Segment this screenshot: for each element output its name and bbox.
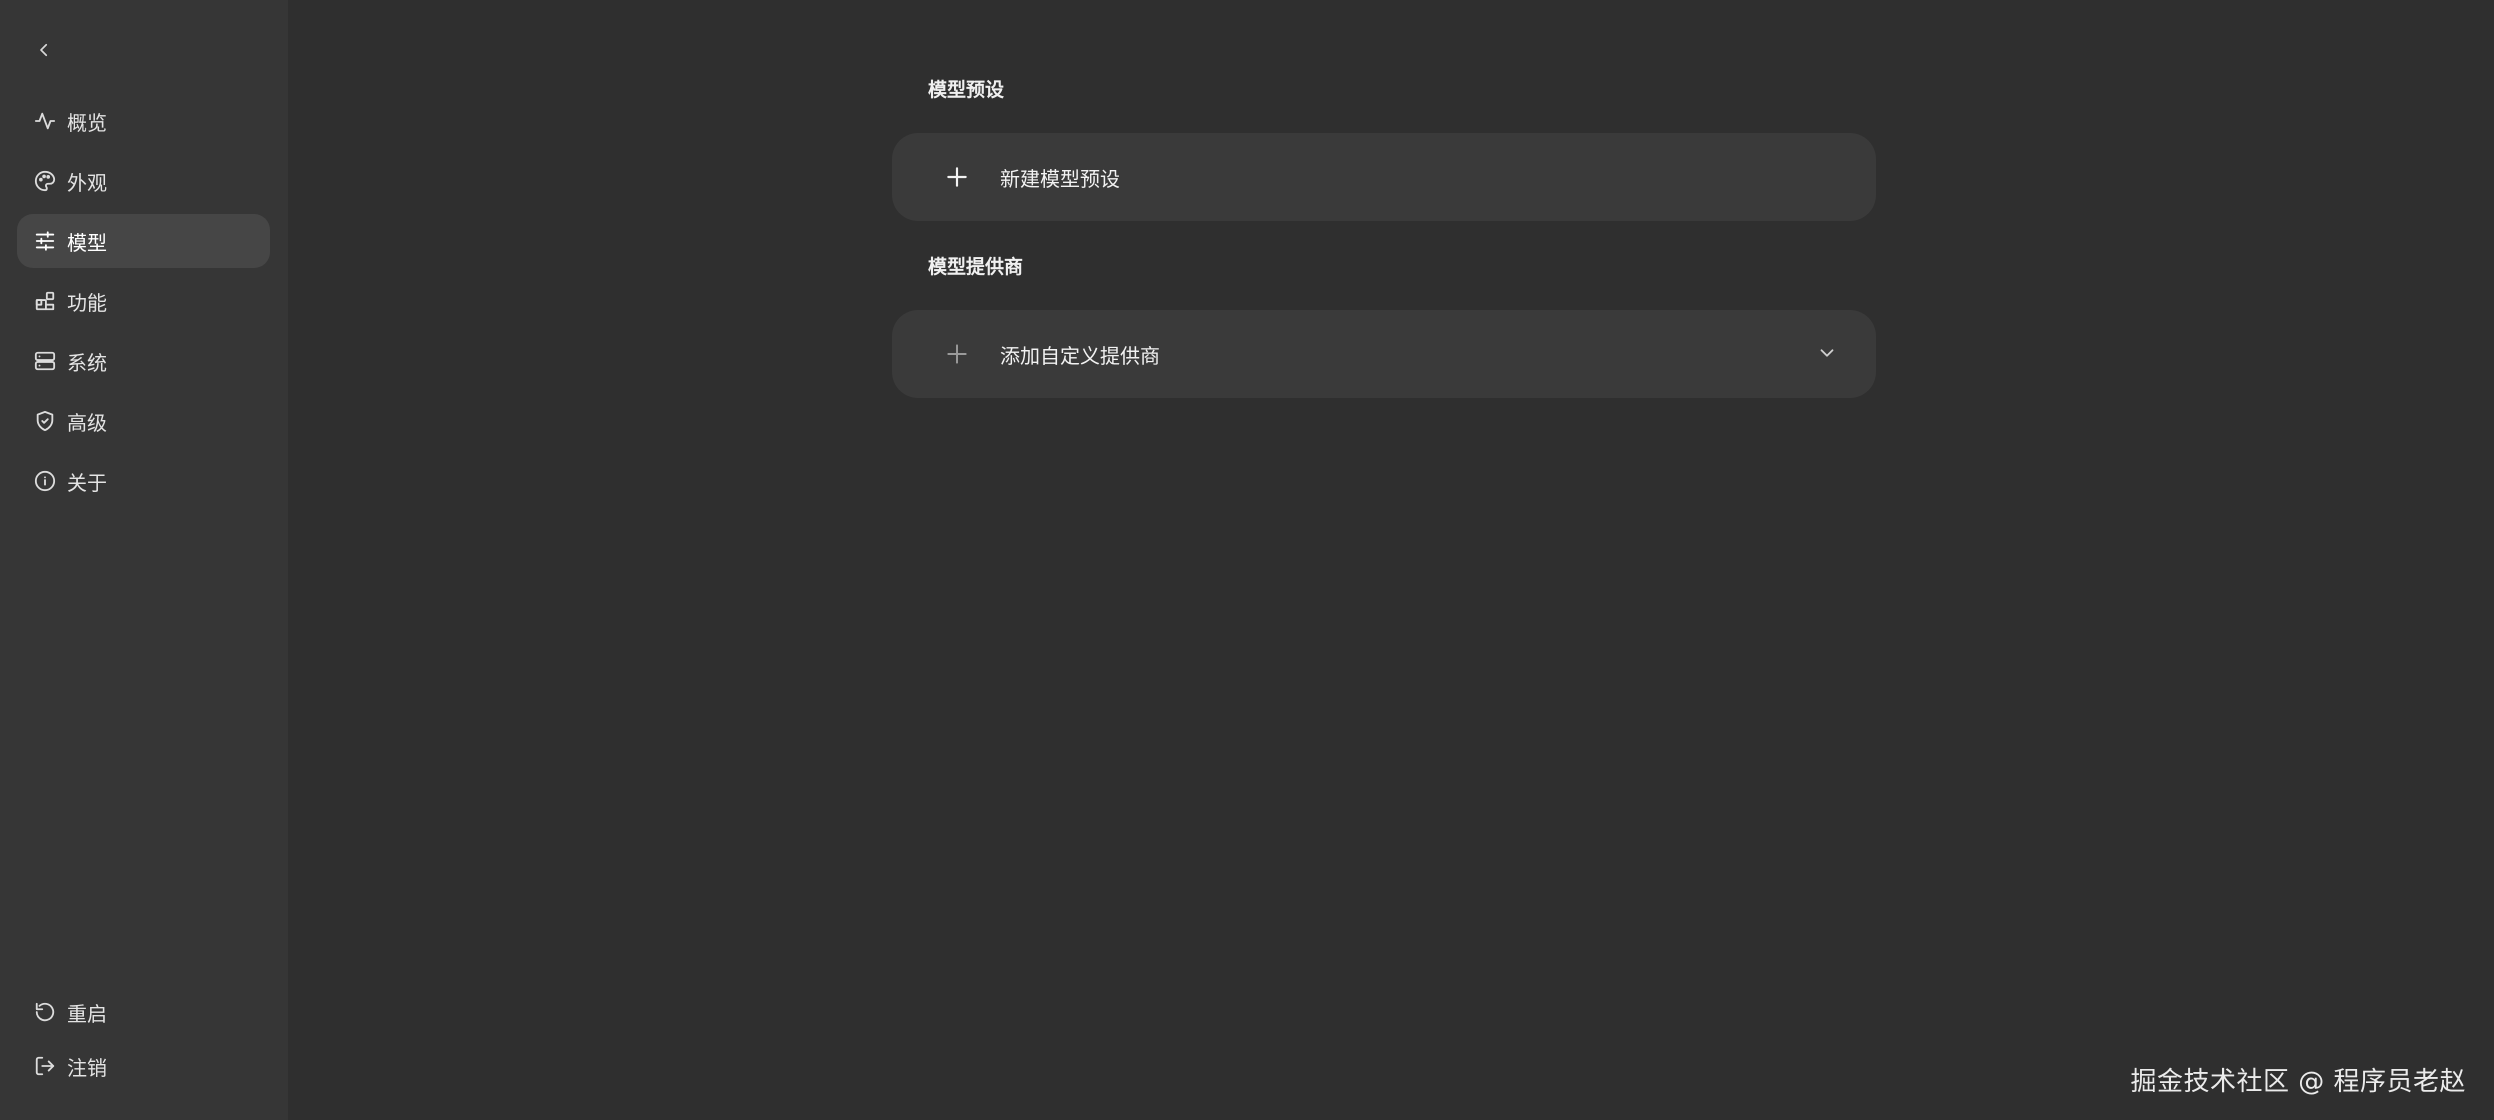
server-icon	[33, 349, 57, 373]
sidebar-item-about[interactable]: 关于	[17, 454, 270, 508]
plus-icon	[942, 162, 972, 192]
new-model-preset-label: 新建模型预设	[1000, 166, 1120, 191]
sidebar-item-models[interactable]: 模型	[17, 214, 270, 268]
sidebar-item-label: 关于	[67, 470, 107, 495]
blocks-icon	[33, 289, 57, 313]
shield-icon	[33, 409, 57, 433]
model-presets-title: 模型预设	[928, 79, 1005, 101]
logout-button[interactable]: 注销	[17, 1042, 270, 1090]
chevron-left-icon	[35, 41, 53, 59]
sidebar-nav: 概览 外观 模型 功能 系统 高级 关于	[17, 94, 270, 514]
back-button[interactable]	[30, 36, 58, 64]
sidebar-item-features[interactable]: 功能	[17, 274, 270, 328]
sidebar-item-advanced[interactable]: 高级	[17, 394, 270, 448]
chevron-down-icon[interactable]	[1816, 342, 1838, 364]
add-custom-provider-label: 添加自定义提供商	[1000, 343, 1160, 368]
activity-icon	[33, 109, 57, 133]
model-providers-title: 模型提供商	[928, 256, 1024, 278]
sidebar-item-label: 概览	[67, 110, 107, 135]
main-content: 模型预设 新建模型预设 模型提供商 添加自定义提供商 掘金技术社区 @ 程序员老…	[288, 0, 2494, 1120]
sidebar-bottom-nav: 重启 注销	[17, 988, 270, 1096]
sidebar-item-label: 高级	[67, 410, 107, 435]
sidebar-item-label: 功能	[67, 290, 107, 315]
sidebar-item-system[interactable]: 系统	[17, 334, 270, 388]
sidebar: 概览 外观 模型 功能 系统 高级 关于 重启 注销	[0, 0, 288, 1120]
restart-button[interactable]: 重启	[17, 988, 270, 1036]
add-custom-provider-button[interactable]: 添加自定义提供商	[892, 310, 1876, 398]
info-icon	[33, 469, 57, 493]
palette-icon	[33, 169, 57, 193]
settings-window: 概览 外观 模型 功能 系统 高级 关于 重启 注销 模型预设 新建模型预设 模…	[0, 0, 2494, 1120]
watermark: 掘金技术社区 @ 程序员老赵	[2130, 1067, 2466, 1097]
new-model-preset-button[interactable]: 新建模型预设	[892, 133, 1876, 221]
sidebar-item-label: 系统	[67, 350, 107, 375]
sidebar-item-label: 模型	[67, 230, 107, 255]
restart-label: 重启	[67, 1001, 107, 1026]
sidebar-item-overview[interactable]: 概览	[17, 94, 270, 148]
logout-label: 注销	[67, 1055, 107, 1080]
rotate-ccw-icon	[33, 1000, 57, 1024]
plus-icon	[942, 339, 972, 369]
sliders-icon	[33, 229, 57, 253]
sidebar-item-label: 外观	[67, 170, 107, 195]
logout-icon	[33, 1054, 57, 1078]
sidebar-item-appearance[interactable]: 外观	[17, 154, 270, 208]
